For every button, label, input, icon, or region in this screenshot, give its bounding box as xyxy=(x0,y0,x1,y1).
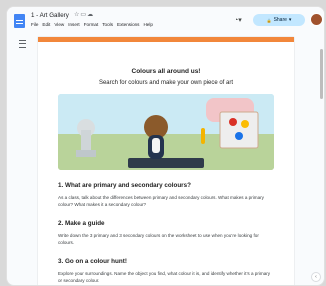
section-2-heading: 2. Make a guide xyxy=(58,220,105,228)
menu-tools[interactable]: Tools xyxy=(102,22,113,27)
doc-subtitle: Search for colours and make your own pie… xyxy=(98,80,234,86)
document-title[interactable]: 1 - Art Gallery xyxy=(31,12,69,19)
docs-logo-icon[interactable] xyxy=(14,14,25,28)
avatar[interactable] xyxy=(310,13,323,26)
menu-extensions[interactable]: Extensions xyxy=(117,22,139,27)
menu-file[interactable]: File xyxy=(31,22,38,27)
section-2-text: Write down the 3 primary and 3 secondary… xyxy=(58,233,259,245)
outline-icon[interactable] xyxy=(19,40,26,48)
share-button[interactable]: 🔒 Share ▾ xyxy=(253,14,305,26)
section-1-text: As a class, talk about the differences b… xyxy=(58,195,264,207)
share-label: Share xyxy=(273,17,287,23)
title-icons: ☆▭☁ xyxy=(74,11,94,18)
gallery-illustration xyxy=(58,94,274,170)
chevron-down-icon[interactable]: ▾ xyxy=(289,17,292,23)
document-content: Colours all around us! Search for colour… xyxy=(38,68,294,285)
side-panel-toggle-icon[interactable]: ‹ xyxy=(311,272,321,282)
version-history-icon[interactable]: ◔▾ xyxy=(234,16,242,24)
menu-help[interactable]: Help xyxy=(143,22,152,27)
scrollbar[interactable] xyxy=(320,49,323,99)
top-bar: 1 - Art Gallery ☆▭☁ File Edit View Insert Fo… xyxy=(7,7,324,35)
document-page: Colours all around us! Search for colour… xyxy=(38,37,294,285)
menu-format[interactable]: Format xyxy=(84,22,99,27)
doc-title: Colours all around us! xyxy=(131,68,201,75)
accent-bar xyxy=(38,37,294,42)
cloud-icon[interactable]: ☁ xyxy=(87,12,94,18)
gallery-illustration-svg xyxy=(58,94,274,170)
section-3-text: Explore your surroundings. Name the obje… xyxy=(58,271,271,283)
section-3-heading: 3. Go on a colour hunt! xyxy=(58,258,127,266)
section-1-heading: 1. What are primary and secondary colour… xyxy=(58,182,191,189)
lock-icon: 🔒 xyxy=(266,17,272,23)
menu-bar: File Edit View Insert Format Tools Extensions H… xyxy=(31,22,157,27)
menu-insert[interactable]: Insert xyxy=(68,22,80,27)
docs-window: 1 - Art Gallery ☆▭☁ File Edit View Insert Fo… xyxy=(6,6,325,286)
menu-view[interactable]: View xyxy=(54,22,64,27)
menu-edit[interactable]: Edit xyxy=(42,22,50,27)
